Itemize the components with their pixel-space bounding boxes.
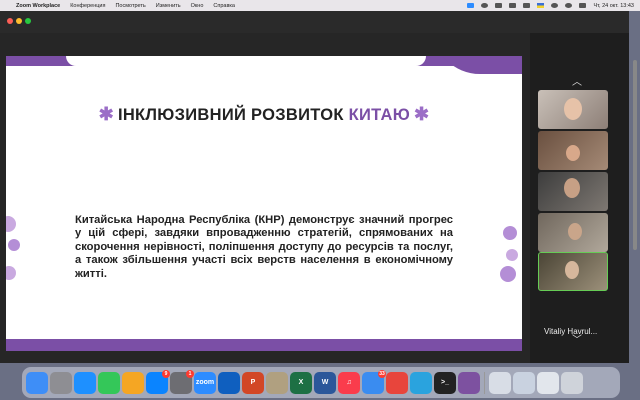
launchpad-icon[interactable] (50, 371, 72, 394)
decor-dot (503, 226, 517, 240)
participant-face (568, 223, 582, 240)
slide-bottom-band (6, 339, 522, 351)
sync-icon[interactable] (481, 3, 489, 8)
menu-help[interactable]: Справка (213, 3, 235, 9)
fullscreen-button[interactable] (25, 18, 31, 24)
active-speaker-tile[interactable] (538, 252, 608, 291)
star-icon: ✱ (98, 104, 114, 124)
participants-panel: ︿ Vitaliy Havrul... ﹀ (530, 33, 629, 363)
decor-dot (6, 216, 16, 232)
slide-body-text: Китайська Народна Республіка (КНР) демон… (75, 214, 453, 280)
files-icon[interactable] (489, 371, 511, 394)
notification-badge: 1 (186, 369, 194, 378)
title-bar (0, 11, 629, 33)
status-area: Чт, 24 окт. 13:43 (467, 3, 640, 9)
menu-bar: Zoom Workplace Конференция Посмотреть Из… (0, 0, 640, 11)
finder-icon[interactable] (26, 371, 48, 394)
viber-icon[interactable] (458, 371, 480, 394)
trash-icon[interactable] (561, 371, 583, 394)
files3-icon[interactable] (537, 371, 559, 394)
decor-dot (6, 266, 16, 280)
participant-video-tile[interactable] (538, 213, 608, 252)
settings-icon[interactable]: 1 (170, 369, 194, 394)
word-icon[interactable]: W (314, 371, 336, 394)
zoom-window: ✱ ІНКЛЮЗИВНИЙ РОЗВИТОК КИТАЮ ✱ Китайська Н… (0, 11, 629, 363)
menu-view[interactable]: Посмотреть (115, 3, 145, 9)
screen-share-area: ✱ ІНКЛЮЗИВНИЙ РОЗВИТОК КИТАЮ ✱ Китайська Н… (0, 33, 530, 363)
appstore-icon[interactable]: 9 (146, 369, 170, 394)
music-icon[interactable]: ♫ (338, 371, 360, 394)
decor-dot (506, 249, 518, 261)
safari-icon[interactable] (74, 371, 96, 394)
dock: 9 1 zoom P X W ♫ 33 >_ (22, 367, 620, 398)
participant-face (564, 98, 582, 120)
outlook-icon[interactable] (218, 371, 240, 394)
powerpoint-icon[interactable]: P (242, 371, 264, 394)
participant-face (564, 178, 580, 198)
slide-title: ✱ ІНКЛЮЗИВНИЙ РОЗВИТОК КИТАЮ ✱ (6, 104, 522, 125)
clock[interactable]: Чт, 24 окт. 13:43 (593, 3, 634, 9)
zoom-status-icon[interactable] (467, 3, 475, 8)
slide-title-accent: КИТАЮ (348, 106, 411, 124)
menu-window[interactable]: Окно (191, 3, 204, 9)
chrome-icon[interactable] (386, 371, 408, 394)
preview-icon[interactable] (266, 371, 288, 394)
notification-badge: 33 (378, 369, 386, 378)
decor-dot (8, 239, 20, 251)
excel-icon[interactable]: X (290, 371, 312, 394)
control-center-icon[interactable] (579, 3, 587, 8)
chevron-down-icon[interactable]: ﹀ (572, 331, 582, 346)
battery-icon[interactable] (523, 3, 531, 8)
menu-app-name[interactable]: Zoom Workplace (16, 3, 60, 9)
mail-icon[interactable]: 33 (362, 369, 386, 394)
facetime-icon[interactable] (98, 371, 120, 394)
participant-face (566, 145, 580, 161)
chevron-up-icon[interactable]: ︿ (572, 73, 582, 88)
notification-badge: 9 (162, 369, 170, 378)
participant-video-tile[interactable] (538, 90, 608, 129)
scrollbar[interactable] (633, 60, 637, 250)
keyboard-layout-flag-icon[interactable] (537, 3, 545, 8)
close-button[interactable] (7, 18, 13, 24)
participant-video-tile[interactable] (538, 172, 608, 211)
bluetooth-icon[interactable] (509, 3, 517, 8)
menu-edit[interactable]: Изменить (156, 3, 181, 9)
screen-icon[interactable] (495, 3, 503, 8)
photos-icon[interactable] (122, 371, 144, 394)
star-icon: ✱ (414, 104, 430, 124)
wifi-icon[interactable] (551, 3, 559, 8)
presentation-slide: ✱ ІНКЛЮЗИВНИЙ РОЗВИТОК КИТАЮ ✱ Китайська Н… (6, 56, 522, 351)
zoom-icon[interactable]: zoom (194, 371, 216, 394)
menu-conference[interactable]: Конференция (70, 3, 105, 9)
active-speaker-name: Vitaliy Havrul... (544, 327, 598, 336)
participant-face (565, 261, 579, 279)
search-icon[interactable] (565, 3, 573, 8)
telegram-icon[interactable] (410, 371, 432, 394)
terminal-icon[interactable]: >_ (434, 371, 456, 394)
participant-video-tile[interactable] (538, 131, 608, 170)
dock-separator (484, 371, 485, 394)
minimize-button[interactable] (16, 18, 22, 24)
files2-icon[interactable] (513, 371, 535, 394)
slide-title-main: ІНКЛЮЗИВНИЙ РОЗВИТОК (117, 106, 349, 124)
decor-dot (500, 266, 516, 282)
